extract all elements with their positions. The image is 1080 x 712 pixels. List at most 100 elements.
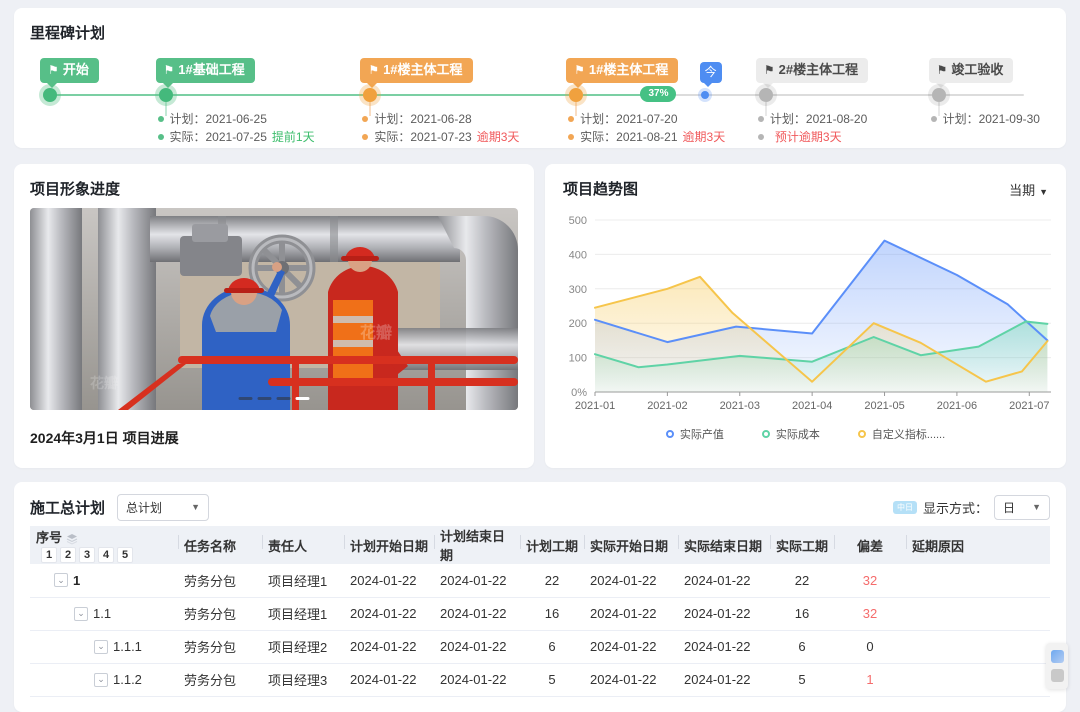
collapse-toggle-icon[interactable]: ⌄ [74,607,88,621]
milestone-label[interactable]: ⚑竣工验收 [929,58,1014,83]
table-header-bar: 施工总计划 总计划▼ 中日 显示方式： 日▼ [30,492,1050,522]
bullet-icon [758,116,764,122]
level-button-4[interactable]: 4 [98,547,114,563]
level-button-1[interactable]: 1 [41,547,57,563]
photo-caption: 2024年3月1日 项目进展 [30,428,179,448]
column-separator [434,535,435,549]
flag-icon: ⚑ [368,63,379,77]
legend-item-3[interactable]: 自定义指标...... [858,426,945,442]
carousel-dot-3[interactable] [277,397,291,400]
milestone-date-line: 计划：2021-07-20 [568,110,725,128]
carousel-dot-4[interactable] [296,397,310,400]
project-photo: 花瓣 花瓣 [30,208,518,410]
actual-end-cell: 2024-01-22 [678,630,770,663]
milestone-label-text: 1#基础工程 [178,62,244,77]
deviation-cell: 32 [834,597,906,630]
period-select[interactable]: 当期▼ [1009,180,1048,199]
level-button-5[interactable]: 5 [117,547,133,563]
result-text: 提前1天 [272,128,315,146]
milestone-dates: 计划：2021-06-25实际：2021-07-25提前1天 [158,110,315,146]
plan-type-select[interactable]: 总计划▼ [117,494,209,521]
svg-text:花瓣: 花瓣 [90,375,118,391]
plan-days-cell: 6 [520,630,584,663]
svg-text:2021-01: 2021-01 [575,400,615,412]
legend-marker-icon [762,430,770,438]
milestone-dates: 计划：2021-06-28实际：2021-07-23逾期3天 [362,110,519,146]
svg-text:2021-06: 2021-06 [937,400,977,412]
layers-icon[interactable] [66,533,78,545]
actual-start-cell: 2024-01-22 [584,663,678,696]
row-id: 1.1.2 [113,672,142,687]
display-mode-select[interactable]: 日▼ [994,495,1050,520]
milestone-node-icon [932,88,946,102]
table-row: ⌄1.1.2劳务分包项目经理32024-01-222024-01-2252024… [30,663,1050,696]
column-header-5: 计划结束日期 [434,526,520,564]
legend-item-1[interactable]: 实际产值 [666,426,724,442]
today-dot-icon [701,91,709,99]
collapse-toggle-icon[interactable]: ⌄ [94,673,108,687]
milestone-date-line: 实际：2021-07-23逾期3天 [362,128,519,146]
date-text: 计划：2021-08-20 [770,110,867,128]
project-trend-card: 项目趋势图 当期▼ 5004003002001000%2021-012021-0… [545,164,1066,468]
actual-days-cell: 22 [770,564,834,597]
seq-cell: ⌄1.1 [36,606,172,621]
column-header-2: 任务名称 [178,526,262,564]
column-separator [178,535,179,549]
photo-card-title: 项目形象进度 [30,178,120,199]
milestone-label[interactable]: ⚑2#楼主体工程 [756,58,868,83]
level-button-3[interactable]: 3 [79,547,95,563]
delay-reason-cell [906,630,1050,663]
milestone-timeline: 37% 今 ⚑开始⚑1#基础工程计划：2021-06-25实际：2021-07-… [38,58,1042,142]
collapse-toggle-icon[interactable]: ⌄ [54,573,68,587]
seq-cell: ⌄1.1.1 [36,639,172,654]
actual-days-cell: 6 [770,630,834,663]
svg-text:2021-05: 2021-05 [864,400,904,412]
helper-guide-icon[interactable] [1051,650,1064,663]
level-buttons: 12345 [41,547,133,563]
milestone-label[interactable]: ⚑开始 [40,58,99,83]
svg-text:2021-03: 2021-03 [720,400,760,412]
helper-menu-icon[interactable] [1051,669,1064,682]
collapse-toggle-icon[interactable]: ⌄ [94,640,108,654]
milestone-label[interactable]: ⚑1#楼主体工程 [360,58,472,83]
trend-chart: 5004003002001000%2021-012021-022021-0320… [553,206,1058,422]
carousel-dot-2[interactable] [258,397,272,400]
carousel-dot-1[interactable] [239,397,253,400]
seq-cell-td: ⌄1 [30,564,178,597]
actual-end-cell: 2024-01-22 [678,564,770,597]
column-separator [906,535,907,549]
milestone-plan-card: 里程碑计划 37% 今 ⚑开始⚑1#基础工程计划：2021-06-25实际：20… [14,8,1066,148]
table-title: 施工总计划 [30,497,105,518]
chevron-down-icon: ▼ [1032,502,1041,512]
project-photo-carousel[interactable]: 花瓣 花瓣 [30,208,518,410]
bullet-icon [931,116,937,122]
date-text: 计划：2021-06-28 [374,110,471,128]
plan-select-value: 总计划 [126,499,162,516]
column-header-10: 偏差 [834,526,906,564]
result-text: 逾期3天 [477,128,520,146]
svg-text:100: 100 [569,353,587,365]
chevron-down-icon: ▼ [1039,187,1048,197]
task-name-cell: 劳务分包 [178,630,262,663]
plan-end-cell: 2024-01-22 [434,663,520,696]
legend-item-2[interactable]: 实际成本 [762,426,820,442]
column-separator [520,535,521,549]
milestone-label-text: 竣工验收 [951,62,1003,77]
legend-label: 实际成本 [776,426,820,442]
bullet-icon [568,116,574,122]
plan-table: 序号12345任务名称责任人计划开始日期计划结束日期计划工期实际开始日期实际结束… [30,526,1050,697]
seq-cell-td: ⌄ 1.1.2 [30,663,178,696]
milestone-node-icon [159,88,173,102]
milestone-label[interactable]: ⚑1#楼主体工程 [566,58,678,83]
seq-cell: ⌄ 1.1.2 [36,672,172,687]
milestone-label[interactable]: ⚑1#基础工程 [156,58,255,83]
plan-end-cell: 2024-01-22 [434,597,520,630]
table-row: ⌄1.1劳务分包项目经理12024-01-222024-01-22162024-… [30,597,1050,630]
mode-badge[interactable]: 中日 [893,501,917,514]
mode-select-value: 日 [1003,499,1015,516]
legend-label: 实际产值 [680,426,724,442]
level-button-2[interactable]: 2 [60,547,76,563]
bullet-icon [568,134,574,140]
actual-days-cell: 5 [770,663,834,696]
actual-start-cell: 2024-01-22 [584,597,678,630]
